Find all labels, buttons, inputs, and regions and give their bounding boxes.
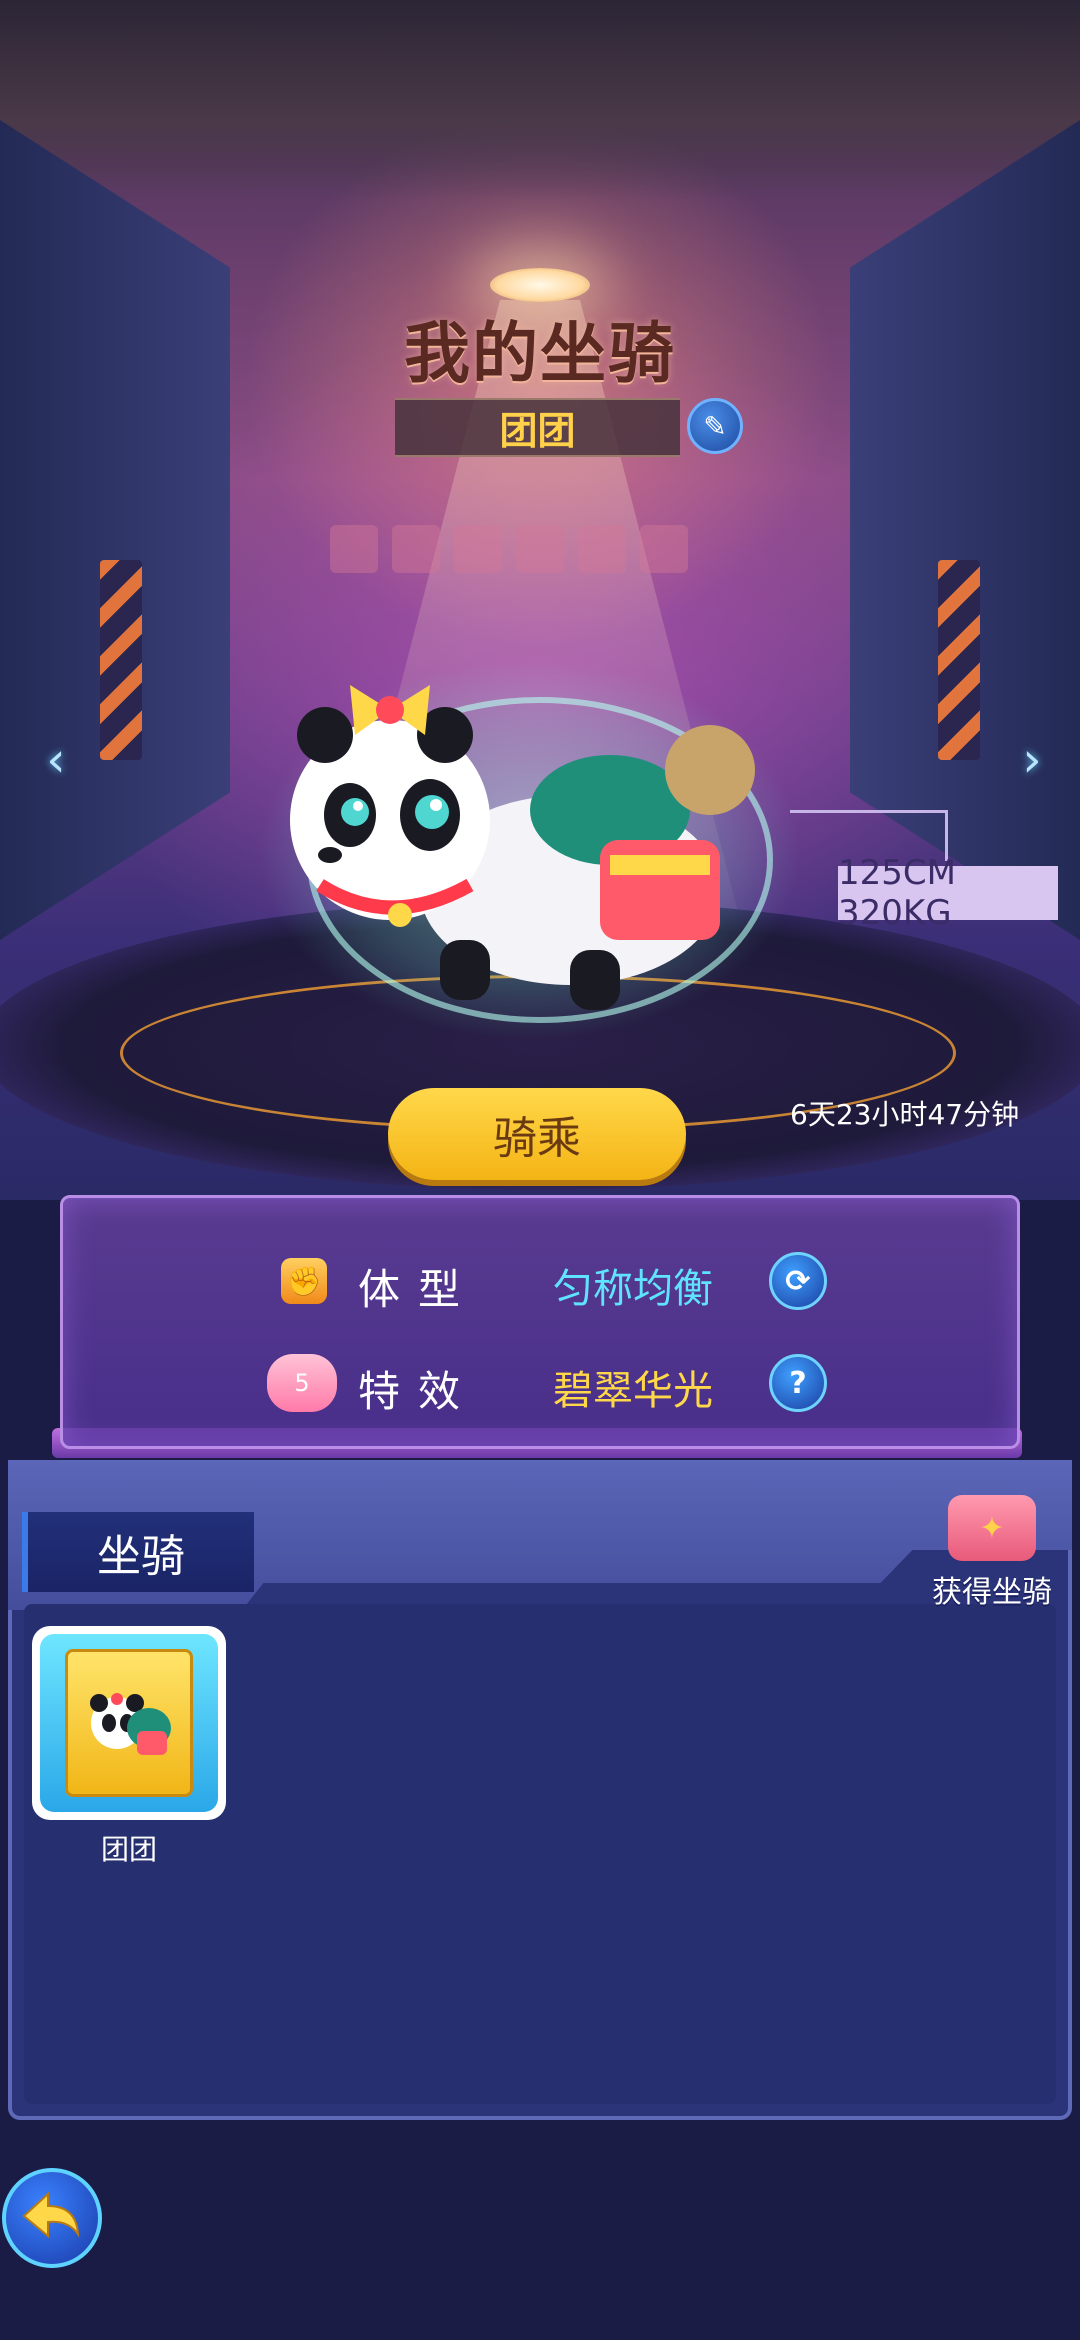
wall-tile <box>330 525 378 573</box>
ceiling-lamp <box>490 268 590 302</box>
edit-name-button[interactable]: ✎ <box>687 398 743 454</box>
right-wall-stripes <box>938 560 980 760</box>
back-button[interactable] <box>2 2168 102 2268</box>
wall-tile <box>454 525 502 573</box>
effect-row: 5 特效 碧翠华光 ? <box>63 1350 1017 1420</box>
wall-tile <box>578 525 626 573</box>
panda-thumbnail <box>90 1693 171 1755</box>
panda-mount-illustration <box>260 660 800 1040</box>
question-icon: ? <box>789 1365 807 1401</box>
mount-card <box>40 1634 218 1812</box>
previous-mount-button[interactable]: ‹ <box>36 735 76 785</box>
get-mount-label: 获得坐骑 <box>932 1575 1052 1610</box>
effect-value: 碧翠华光 <box>553 1368 713 1414</box>
body-type-label: 体型 <box>358 1265 479 1314</box>
size-tag: 125CM 320KG <box>838 853 1058 933</box>
wall-tile <box>516 525 564 573</box>
effect-label: 特效 <box>358 1367 479 1416</box>
mount-slot-label: 团团 <box>100 1833 157 1866</box>
next-mount-button[interactable]: › <box>1012 735 1052 785</box>
ride-button[interactable]: 骑乘 <box>388 1088 686 1180</box>
level-badge-icon: 5 <box>267 1354 337 1412</box>
chevron-right-icon: › <box>1022 732 1042 788</box>
mount-slot[interactable] <box>32 1626 226 1820</box>
mount-shop-icon: ✦ <box>948 1495 1036 1561</box>
mount-name: 团团 <box>395 398 680 457</box>
level-badge-number: 5 <box>294 1369 310 1397</box>
page-title: 我的坐骑 <box>404 315 676 392</box>
wall-tiles <box>330 525 688 573</box>
refresh-body-type-button[interactable]: ⟳ <box>769 1252 827 1310</box>
pencil-icon: ✎ <box>703 409 727 443</box>
panda-card-icon <box>65 1649 193 1797</box>
effect-help-button[interactable]: ? <box>769 1354 827 1412</box>
fist-icon: ✊ <box>281 1258 327 1304</box>
body-type-value: 匀称均衡 <box>553 1266 713 1312</box>
refresh-icon: ⟳ <box>785 1263 811 1299</box>
tab-mounts[interactable]: 坐骑 <box>22 1512 254 1592</box>
wall-tile <box>392 525 440 573</box>
get-mount-button[interactable]: ✦ 获得坐骑 <box>928 1495 1056 1610</box>
body-type-row: ✊ 体型 匀称均衡 ⟳ <box>63 1248 1017 1318</box>
attribute-panel: ✊ 体型 匀称均衡 ⟳ 5 特效 碧翠华光 ? <box>60 1195 1020 1449</box>
ceiling <box>0 0 1080 200</box>
left-wall-stripes <box>100 560 142 760</box>
back-arrow-icon <box>22 2191 80 2239</box>
remaining-time: 6天23小时47分钟 <box>790 1098 1020 1131</box>
chevron-left-icon: ‹ <box>46 732 66 788</box>
wall-tile <box>640 525 688 573</box>
